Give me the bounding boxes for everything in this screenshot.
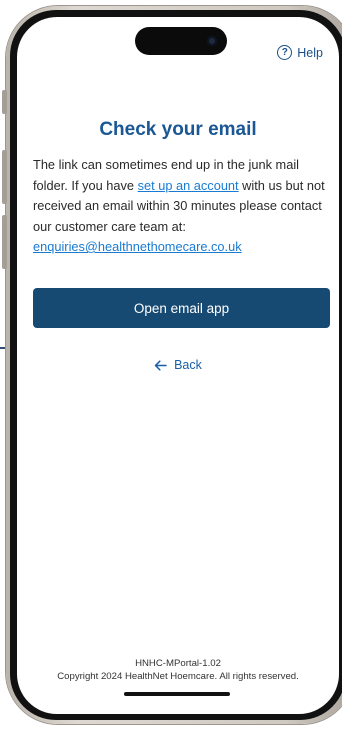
open-email-app-button[interactable]: Open email app [33, 288, 330, 328]
back-link[interactable]: Back [17, 358, 339, 372]
home-indicator[interactable] [124, 692, 230, 696]
app-screen: ? Help Check your email The link can som… [17, 17, 339, 714]
help-label: Help [297, 45, 323, 60]
question-circle-icon: ? [277, 45, 293, 60]
instructions-text: The link can sometimes end up in the jun… [33, 155, 333, 258]
arrow-left-icon [154, 359, 167, 371]
setup-account-link[interactable]: set up an account [138, 178, 239, 193]
version-label: HNHC-MPortal-1.02 [135, 658, 221, 669]
support-email-link[interactable]: enquiries@healthnethomecare.co.uk [33, 239, 242, 254]
volume-up-button [2, 150, 7, 204]
page-title: Check your email [99, 119, 257, 140]
help-button[interactable]: ? Help [277, 45, 323, 60]
dynamic-island [135, 27, 227, 55]
back-label: Back [174, 358, 202, 372]
footer: HNHC-MPortal-1.02 Copyright 2024 HealthN… [17, 657, 339, 683]
copyright-text: Copyright 2024 HealthNet Hoemcare. All r… [57, 671, 299, 682]
volume-down-button [2, 215, 7, 269]
action-button [2, 90, 7, 114]
camera-icon [207, 36, 217, 46]
device-stage: ? Help Check your email The link can som… [0, 0, 342, 732]
